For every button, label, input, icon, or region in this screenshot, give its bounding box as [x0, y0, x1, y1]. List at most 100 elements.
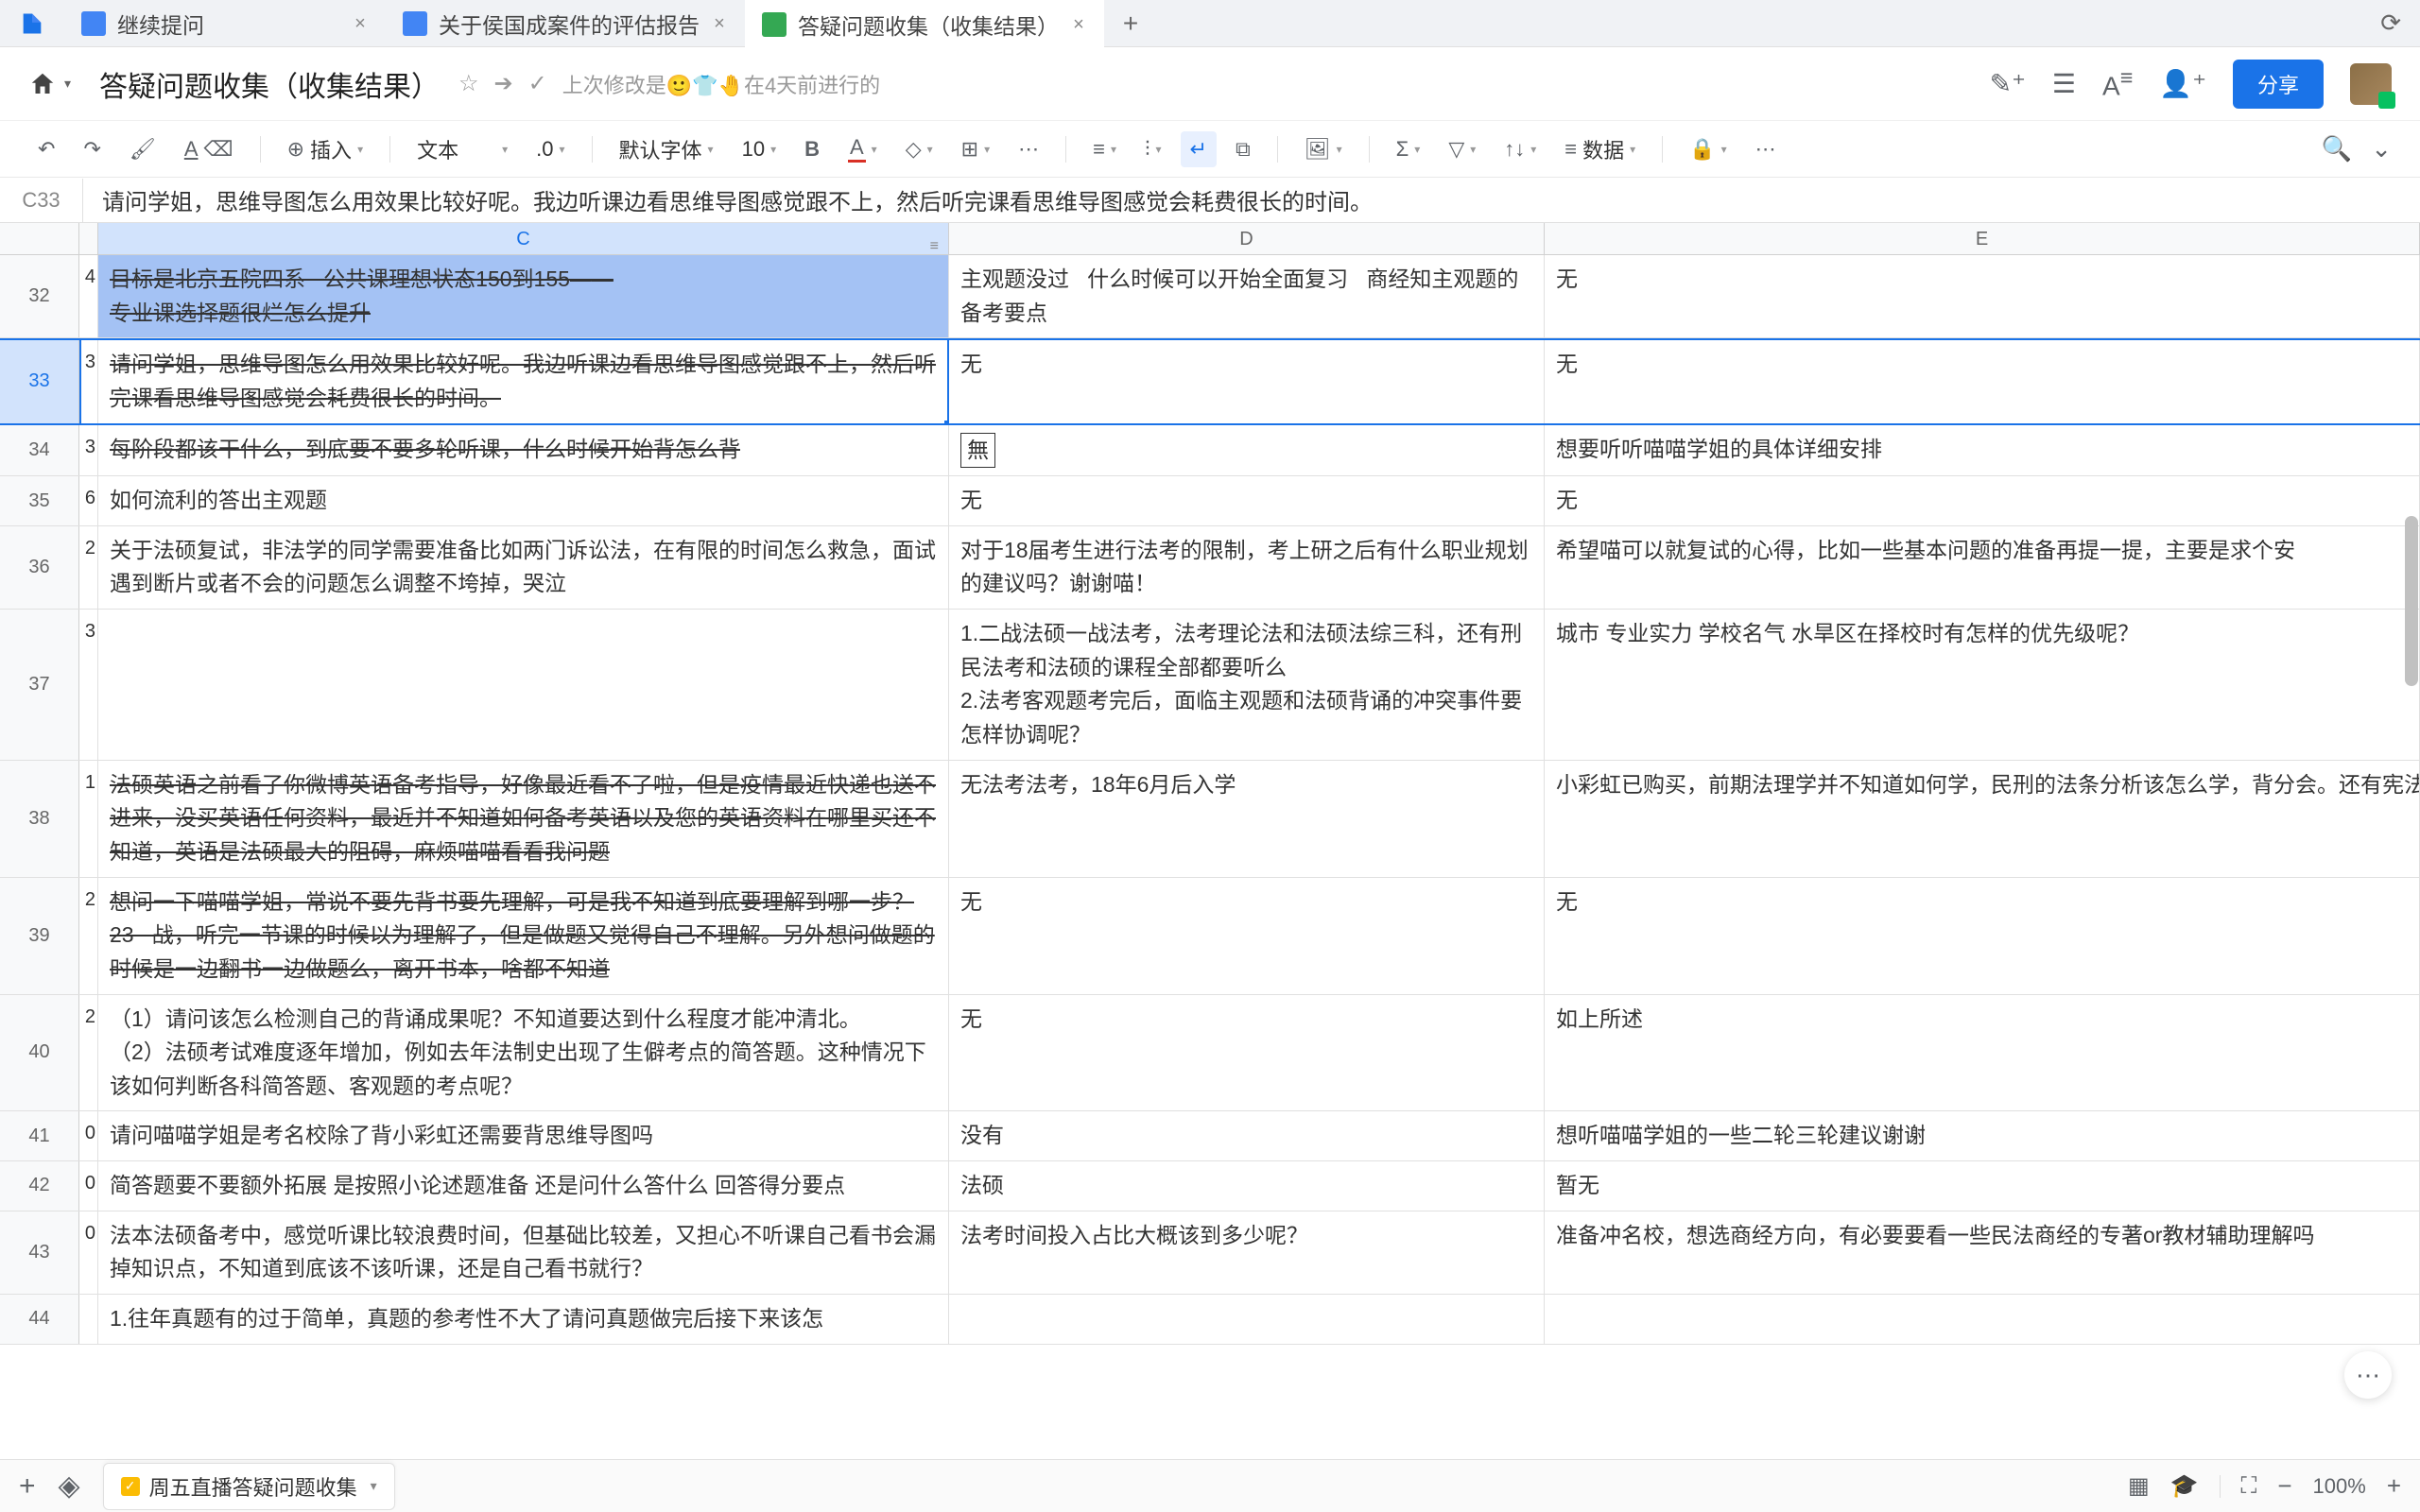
image-button[interactable]: 🖼 ▾ — [1295, 131, 1352, 167]
font-size-select[interactable]: 10 ▾ — [733, 131, 786, 167]
cell[interactable]: 想问一下喵喵学姐，常说不要先背书要先理解，可是我不知道到底要理解到哪一步？23 … — [98, 878, 949, 994]
cell[interactable]: 主观题没过 什么时候可以开始全面复习 商经知主观题的备考要点 — [949, 255, 1545, 337]
cell[interactable]: 每阶段都该干什么，到底要不要多轮听课，什么时候开始背怎么背 — [98, 425, 949, 476]
move-to-folder-icon[interactable]: ➔ — [494, 70, 513, 97]
row-header[interactable]: 38 — [0, 761, 79, 877]
sync-icon[interactable]: ⟳ — [2380, 9, 2401, 38]
clear-format-button[interactable]: A⌫ — [175, 131, 243, 167]
cell[interactable]: 目标是北京五院四系 公共课理想状态150到155—— 专业课选择题很烂怎么提升 — [98, 255, 949, 337]
cell[interactable]: 希望喵可以就复试的心得，比如一些基本问题的准备再提一提，主要是求个安 — [1545, 526, 2420, 609]
more-format-button[interactable]: ⋯ — [1009, 131, 1048, 167]
cell[interactable]: 想听喵喵学姐的一些二轮三轮建议谢谢 — [1545, 1111, 2420, 1160]
cell[interactable]: 4 — [79, 255, 98, 337]
select-all-corner[interactable] — [0, 223, 79, 254]
decimal-button[interactable]: .0 ▾ — [527, 131, 574, 167]
share-button[interactable]: 分享 — [2233, 60, 2324, 109]
font-select[interactable]: 默认字体 ▾ — [610, 129, 723, 170]
tab-2-active[interactable]: 答疑问题收集（收集结果） × — [745, 0, 1104, 47]
v-align-button[interactable]: ⫶ ▾ — [1135, 131, 1171, 167]
paint-format-button[interactable]: 🖌 — [120, 131, 165, 167]
document-title[interactable]: 答疑问题收集（收集结果） — [99, 63, 440, 105]
row-header[interactable]: 35 — [0, 476, 79, 525]
close-icon[interactable]: × — [352, 15, 369, 32]
cell[interactable]: 0 — [79, 1211, 98, 1294]
row-header[interactable]: 36 — [0, 526, 79, 609]
column-header-e[interactable]: E — [1545, 223, 2420, 254]
cell[interactable]: 無 — [949, 425, 1545, 476]
h-align-button[interactable]: ≡ ▾ — [1083, 131, 1126, 167]
cell[interactable]: 3 — [79, 610, 98, 760]
cell[interactable]: 无 — [949, 995, 1545, 1111]
cell[interactable]: 想要听听喵喵学姐的具体详细安排 — [1545, 425, 2420, 476]
lock-button[interactable]: 🔒 ▾ — [1680, 131, 1736, 167]
column-menu-icon[interactable]: ≡ — [930, 231, 939, 263]
more-options-fab[interactable]: ⋯ — [2344, 1351, 2392, 1399]
cell[interactable]: 0 — [79, 1111, 98, 1160]
collapse-toolbar-icon[interactable]: ⌄ — [2371, 134, 2392, 163]
cell[interactable]: 暂无 — [1545, 1161, 2420, 1211]
cell[interactable]: 法考时间投入占比大概该到多少呢？ — [949, 1211, 1545, 1294]
cell[interactable]: 没有 — [949, 1111, 1545, 1160]
cell[interactable]: 无 — [1545, 255, 2420, 337]
fullscreen-icon[interactable]: ⛶ — [2241, 1473, 2257, 1500]
home-icon[interactable] — [28, 70, 57, 98]
row-header[interactable]: 37 — [0, 610, 79, 760]
app-logo[interactable] — [19, 10, 45, 37]
cell[interactable] — [79, 1295, 98, 1344]
insert-button[interactable]: ⊕ 插入 ▾ — [278, 129, 372, 170]
merge-cells-button[interactable]: ⧉ — [1226, 131, 1260, 167]
cell[interactable] — [98, 610, 949, 760]
row-header[interactable]: 44 — [0, 1295, 79, 1344]
redo-button[interactable]: ↷ — [74, 131, 110, 167]
sheets-menu-button[interactable]: ◈ — [59, 1469, 80, 1503]
row-header[interactable]: 42 — [0, 1161, 79, 1211]
cell[interactable]: 2 — [79, 526, 98, 609]
cell[interactable] — [949, 1295, 1545, 1344]
vertical-scrollbar[interactable] — [2405, 516, 2418, 686]
cell[interactable]: 对于18届考生进行法考的限制，考上研之后有什么职业规划的建议吗？谢谢喵！ — [949, 526, 1545, 609]
tab-0[interactable]: 继续提问 × — [64, 0, 386, 47]
undo-button[interactable]: ↶ — [28, 131, 64, 167]
cell[interactable]: 关于法硕复试，非法学的同学需要准备比如两门诉讼法，在有限的时间怎么救急，面试遇到… — [98, 526, 949, 609]
new-tab-button[interactable]: + — [1114, 7, 1148, 41]
row-header[interactable]: 40 — [0, 995, 79, 1111]
apps-icon[interactable]: ▦ — [2128, 1472, 2150, 1500]
tab-1[interactable]: 关于侯国成案件的评估报告 × — [386, 0, 745, 47]
cell[interactable]: 无法考法考，18年6月后入学 — [949, 761, 1545, 877]
cell[interactable]: 无 — [1545, 476, 2420, 525]
column-header-c[interactable]: C≡ — [98, 223, 949, 254]
row-header[interactable]: 41 — [0, 1111, 79, 1160]
cell[interactable]: 小彩虹已购买，前期法理学并不知道如何学，民刑的法条分析该怎么学，背分会。还有宪法… — [1545, 761, 2420, 877]
cell[interactable]: 无 — [949, 340, 1545, 422]
user-avatar[interactable] — [2350, 63, 2392, 105]
close-icon[interactable]: × — [711, 15, 728, 32]
cell[interactable]: 城市 专业实力 学校名气 水旱区在择校时有怎样的优先级呢？ — [1545, 610, 2420, 760]
cell[interactable] — [1545, 1295, 2420, 1344]
cell[interactable]: 准备冲名校，想选商经方向，有必要要看一些民法商经的专著or教材辅助理解吗 — [1545, 1211, 2420, 1294]
cell[interactable]: 1 — [79, 761, 98, 877]
data-button[interactable]: ≡ 数据 ▾ — [1555, 129, 1645, 170]
borders-button[interactable]: ⊞ ▾ — [952, 131, 999, 167]
compose-icon[interactable]: ✎⁺ — [1990, 68, 2026, 99]
add-sheet-button[interactable]: + — [19, 1470, 36, 1503]
sheet-tab-active[interactable]: ✓ 周五直播答疑问题收集 ▾ — [103, 1463, 395, 1510]
cell[interactable]: 3 — [79, 340, 98, 422]
cell[interactable]: 3 — [79, 425, 98, 476]
cell[interactable]: 2 — [79, 995, 98, 1111]
cell[interactable]: 2 — [79, 878, 98, 994]
cell[interactable]: 法硕英语之前看了你微博英语备考指导，好像最近看不了啦，但是疫情最近快递也送不进来… — [98, 761, 949, 877]
cell[interactable]: 请问喵喵学姐是考名校除了背小彩虹还需要背思维导图吗 — [98, 1111, 949, 1160]
share-people-icon[interactable]: 👤⁺ — [2159, 68, 2206, 99]
zoom-percentage[interactable]: 100% — [2313, 1474, 2366, 1499]
fill-color-button[interactable]: ◇ ▾ — [896, 131, 942, 167]
zoom-in-button[interactable]: + — [2387, 1471, 2401, 1501]
star-icon[interactable]: ☆ — [458, 70, 479, 97]
close-icon[interactable]: × — [1070, 16, 1087, 33]
sort-button[interactable]: ↑↓ ▾ — [1495, 131, 1546, 167]
cell[interactable]: 如上所述 — [1545, 995, 2420, 1111]
row-header[interactable]: 43 — [0, 1211, 79, 1294]
menu-icon[interactable]: ☰ — [2052, 68, 2076, 99]
cell[interactable]: 1.往年真题有的过于简单，真题的参考性不大了请问真题做完后接下来该怎 — [98, 1295, 949, 1344]
column-header-b[interactable] — [79, 223, 98, 254]
column-header-d[interactable]: D — [949, 223, 1545, 254]
